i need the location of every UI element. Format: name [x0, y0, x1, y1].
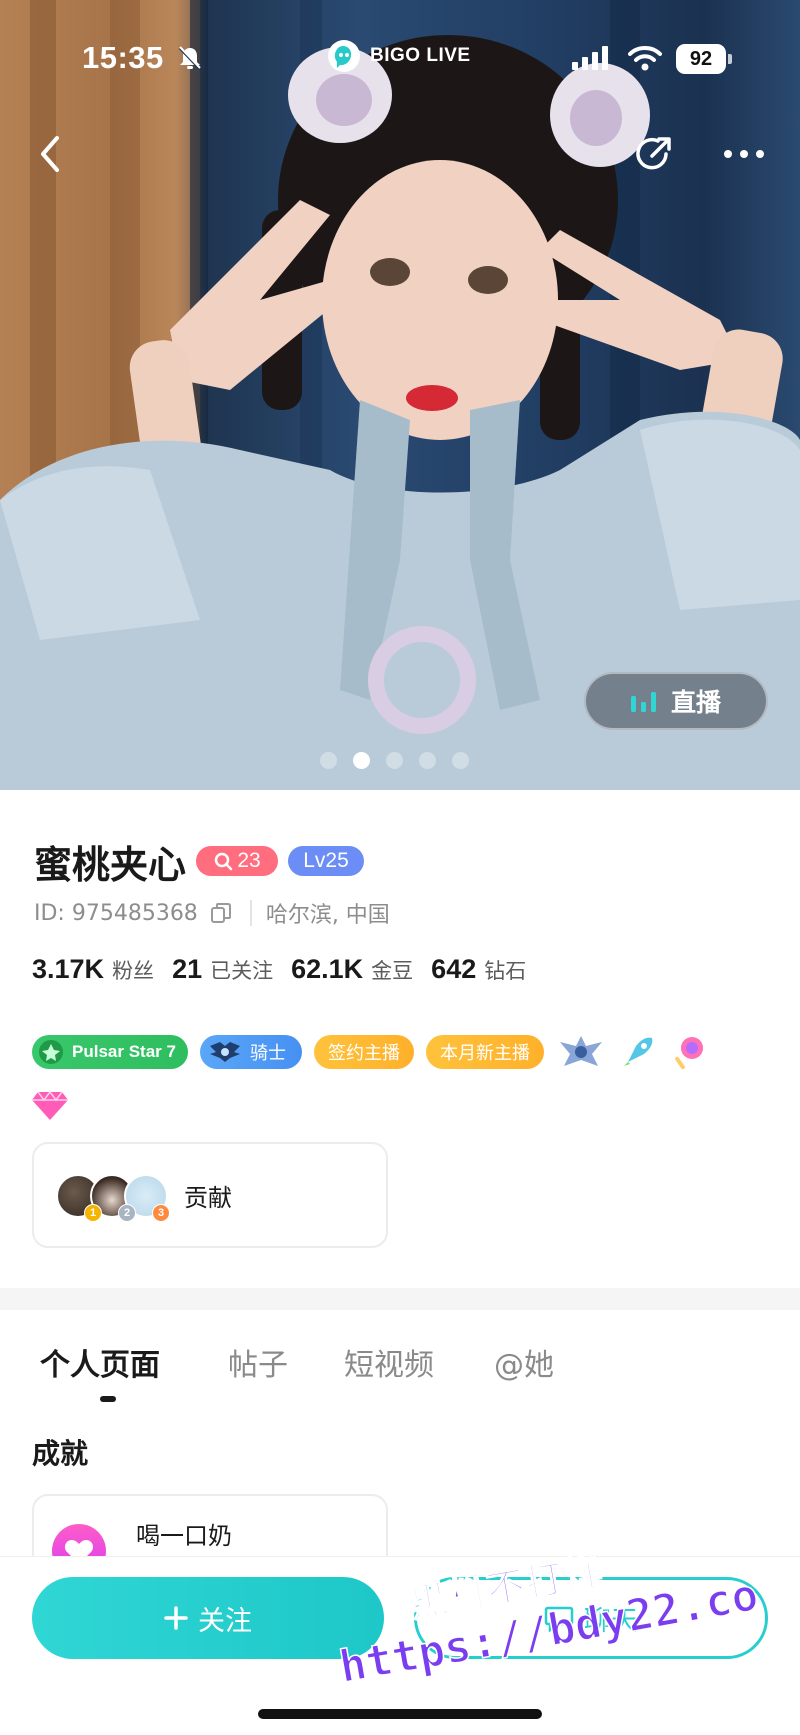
- wifi-icon: [628, 46, 662, 71]
- following-label[interactable]: 已关注: [210, 955, 273, 985]
- rank-badge-3: 3: [152, 1204, 170, 1222]
- diamonds-label: 钻石: [484, 959, 527, 983]
- achievements-title: 成就: [32, 1437, 89, 1470]
- profile-tabs: 个人页面 帖子 短视频 @她: [0, 1310, 800, 1420]
- signed-host-badge[interactable]: 签约主播: [313, 1035, 414, 1069]
- carousel-indicator: [320, 752, 469, 769]
- diamonds-count: 642: [431, 954, 477, 984]
- stats-row: 3.17K 粉丝 21 已关注 62.1K 金豆 642 钻石: [32, 954, 544, 994]
- profile-photo-carousel[interactable]: 15:35 BIGO LIVE 92 直播: [0, 0, 800, 790]
- follow-button[interactable]: 关注: [32, 1577, 384, 1659]
- lollipop-icon[interactable]: [670, 1032, 710, 1072]
- user-location: 哈尔滨, 中国: [265, 903, 390, 928]
- achievement-title: 喝一口奶: [136, 1522, 232, 1550]
- knight-label: 骑士: [249, 1043, 286, 1064]
- live-button[interactable]: 直播: [584, 672, 768, 730]
- rocket-icon[interactable]: [618, 1032, 658, 1072]
- following-count[interactable]: 21: [172, 954, 202, 985]
- carousel-dot-active[interactable]: [353, 752, 370, 769]
- bottom-action-bar: 关注 聊天: [0, 1556, 800, 1735]
- fans-club-badge[interactable]: 23: [196, 846, 279, 876]
- follow-label: 关注: [198, 1605, 252, 1637]
- tab-profile[interactable]: 个人页面: [40, 1340, 160, 1384]
- brand-name: BIGO LIVE: [370, 45, 471, 66]
- fans-club-level: 23: [237, 849, 261, 872]
- plus-icon: [164, 1606, 188, 1630]
- tab-short-videos[interactable]: 短视频: [344, 1340, 434, 1384]
- live-label: 直播: [670, 688, 721, 717]
- chat-bubble-icon: [544, 1606, 574, 1632]
- carousel-dot[interactable]: [386, 752, 403, 769]
- cellular-signal-icon: [572, 46, 608, 70]
- fans-count[interactable]: 3.17K: [32, 954, 104, 985]
- copy-icon[interactable]: [210, 902, 232, 924]
- user-id: ID: 975485368: [34, 900, 198, 926]
- contribution-label: 贡献: [184, 1184, 232, 1212]
- pulsar-star-icon: [39, 1040, 63, 1064]
- tab-mentions[interactable]: @她: [494, 1340, 554, 1384]
- pink-gem-icon[interactable]: [30, 1086, 70, 1124]
- battery-cap: [728, 54, 732, 64]
- level-badge[interactable]: Lv25: [288, 846, 365, 876]
- tab-posts[interactable]: 帖子: [228, 1340, 288, 1384]
- name-row: 蜜桃夹心 23 Lv25: [34, 836, 365, 887]
- rank-badge-1: 1: [84, 1204, 102, 1222]
- badges-row-2: [30, 1086, 70, 1128]
- rank-badge-2: 2: [118, 1204, 136, 1222]
- more-horizontal-icon: [724, 150, 764, 158]
- share-icon: [636, 137, 671, 170]
- fans-label[interactable]: 粉丝: [112, 955, 154, 985]
- pulsar-star-badge[interactable]: Pulsar Star 7: [32, 1035, 188, 1069]
- id-location-row: ID: 975485368 哈尔滨, 中国: [34, 896, 390, 930]
- status-time: 15:35: [82, 40, 164, 75]
- chat-label: 聊天: [584, 1605, 638, 1637]
- divider: [249, 900, 252, 926]
- battery-level: 92: [689, 48, 713, 70]
- more-options-button[interactable]: [714, 124, 774, 184]
- live-bars-icon: [630, 692, 656, 712]
- carousel-dot[interactable]: [452, 752, 469, 769]
- pulsar-star-label: Pulsar Star 7: [72, 1042, 176, 1061]
- badges-row: Pulsar Star 7 骑士 签约主播 本月新主播: [32, 1034, 710, 1070]
- share-button[interactable]: [624, 124, 684, 184]
- wing-medal-icon[interactable]: [556, 1032, 606, 1072]
- bell-off-icon: [178, 46, 202, 71]
- chat-button[interactable]: 聊天: [414, 1577, 768, 1659]
- contribution-card[interactable]: 1 2 3 贡献: [32, 1142, 388, 1248]
- battery-indicator: 92: [676, 44, 732, 74]
- active-tab-indicator: [100, 1396, 116, 1402]
- knight-badge[interactable]: 骑士: [199, 1035, 302, 1069]
- home-indicator: [258, 1709, 542, 1719]
- back-button[interactable]: [20, 124, 80, 184]
- app-brand: BIGO LIVE: [326, 36, 471, 76]
- chevron-left-icon: [41, 136, 59, 172]
- carousel-dot[interactable]: [320, 752, 337, 769]
- carousel-dot[interactable]: [419, 752, 436, 769]
- beans-label: 金豆: [371, 959, 414, 983]
- contributor-avatars: 1 2 3: [56, 1174, 172, 1224]
- section-divider: [0, 1288, 800, 1310]
- bigo-logo-icon: [328, 40, 360, 72]
- fans-club-icon: [215, 852, 233, 871]
- new-host-badge[interactable]: 本月新主播: [425, 1035, 544, 1069]
- status-bar: 15:35 BIGO LIVE 92: [0, 0, 800, 120]
- profile-name: 蜜桃夹心: [34, 842, 187, 887]
- beans-count: 62.1K: [291, 954, 364, 984]
- knight-wings-icon: [209, 1042, 240, 1062]
